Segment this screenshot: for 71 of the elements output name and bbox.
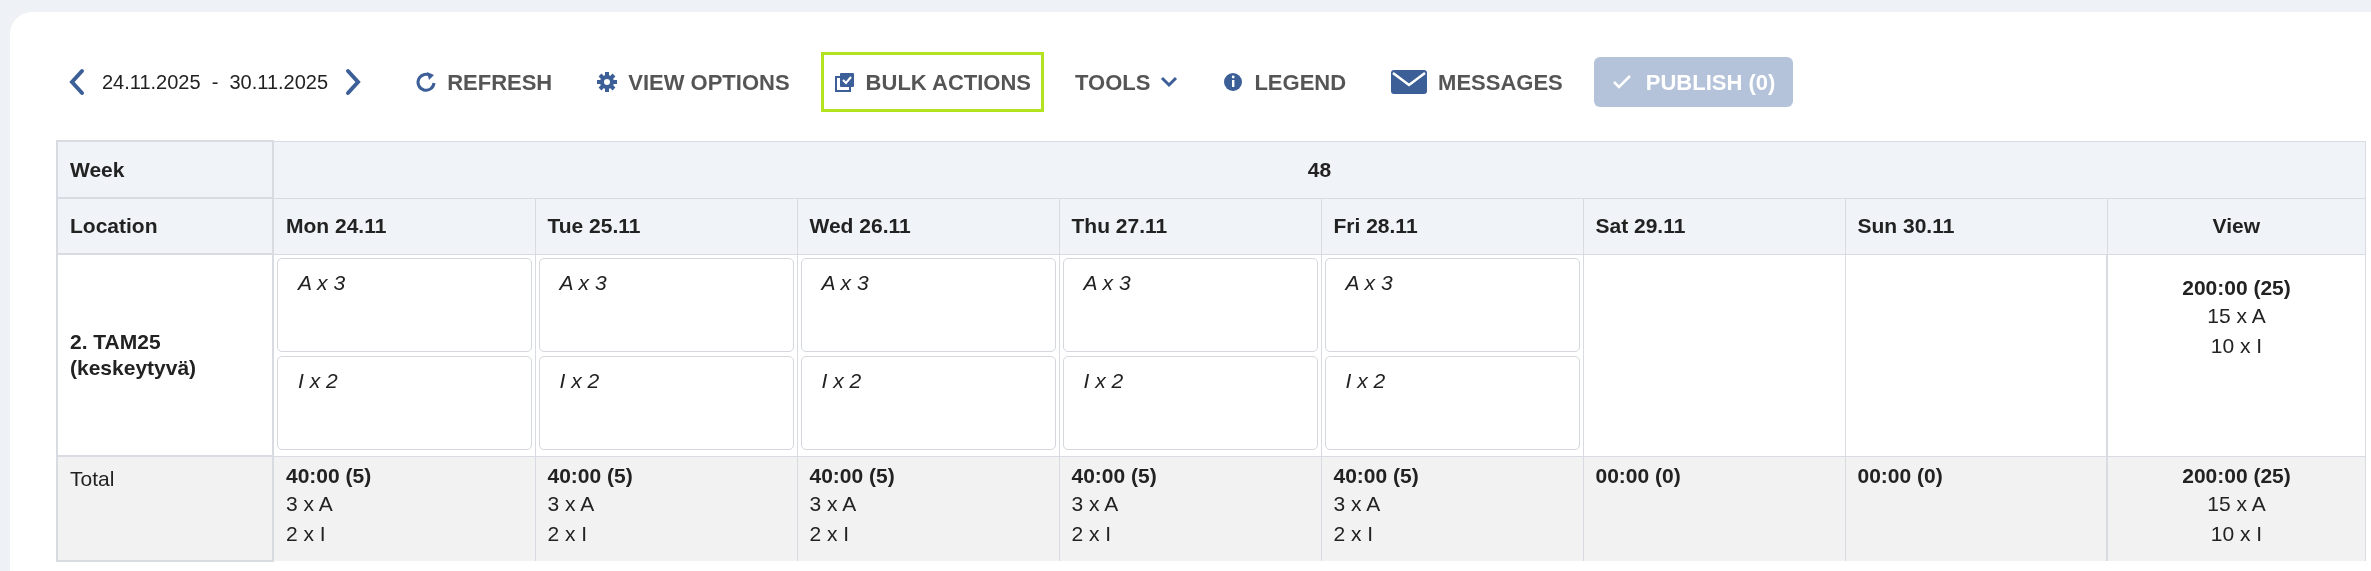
total-hours: 00:00 (0): [1857, 462, 1944, 489]
toolbar-button[interactable]: MESSAGES: [1377, 52, 1576, 112]
table-header: Sun 30.11: [1845, 198, 2107, 254]
table-header: Tue 25.11: [535, 198, 797, 254]
shift-count: 15 x A: [2206, 302, 2267, 329]
table-header: Wed 26.11: [797, 198, 1059, 254]
total-hours: 200:00 (25): [2181, 274, 2292, 301]
caret-icon: [1160, 76, 1179, 88]
total-hours: 40:00 (5): [1071, 462, 1158, 489]
shift-slot[interactable]: A x 3: [277, 257, 532, 352]
shift-slot[interactable]: A x 3: [1062, 257, 1318, 352]
shift-slot[interactable]: I x 2: [800, 355, 1056, 450]
total-label: Total: [57, 456, 273, 561]
shift-slot[interactable]: A x 3: [538, 257, 794, 352]
toolbar-button[interactable]: REFRESH: [402, 52, 566, 112]
envelope-icon: [1390, 67, 1429, 97]
toolbar-button[interactable]: TOOLS: [1062, 52, 1192, 112]
total-hours: 00:00 (0): [1595, 462, 1682, 489]
shift-count: 3 x A: [286, 490, 334, 517]
shift-label: A x 3: [821, 270, 869, 294]
shift-slot[interactable]: I x 2: [277, 355, 532, 450]
table-header: Sat 29.11: [1583, 198, 1845, 254]
shift-count: 3 x A: [1071, 490, 1120, 517]
shift-slot[interactable]: I x 2: [538, 355, 794, 450]
info-icon: [1222, 71, 1245, 93]
table-header: Thu 27.11: [1059, 198, 1321, 254]
total-hours: 40:00 (5): [1333, 462, 1420, 489]
shift-label: I x 2: [1345, 368, 1386, 392]
refresh-icon: [415, 71, 438, 93]
table-header: View: [2107, 198, 2366, 254]
table-header: Fri 28.11: [1321, 198, 1583, 254]
total-hours: 200:00 (25): [2181, 462, 2292, 489]
shift-label: A x 3: [1083, 270, 1131, 294]
shift-count: 3 x A: [547, 490, 596, 517]
shift-count: 3 x A: [1333, 490, 1382, 517]
shift-label: A x 3: [298, 270, 346, 294]
previous-icon[interactable]: [68, 68, 86, 96]
total-hours: 40:00 (5): [809, 462, 896, 489]
table-header: Location: [57, 198, 273, 254]
shift-count: 2 x I: [547, 520, 589, 547]
next-icon[interactable]: [344, 68, 363, 96]
toolbar-button[interactable]: VIEW OPTIONS: [583, 52, 803, 112]
shift-slot[interactable]: I x 2: [1324, 355, 1580, 450]
shift-count: 2 x I: [286, 520, 327, 547]
date-range: 24.11.2025 - 30.11.2025: [102, 70, 329, 95]
check-icon: [1611, 74, 1632, 90]
checklist-icon: [833, 71, 856, 93]
shift-count: 10 x I: [2209, 332, 2264, 359]
table-header: Week: [57, 141, 273, 198]
shift-count: 2 x I: [1071, 520, 1113, 547]
shift-count: 2 x I: [1333, 520, 1375, 547]
total-hours: 40:00 (5): [286, 462, 373, 489]
shift-count: 3 x A: [809, 490, 858, 517]
toolbar-button[interactable]: LEGEND: [1209, 52, 1360, 112]
shift-slot[interactable]: A x 3: [1324, 257, 1580, 352]
shift-label: I x 2: [559, 368, 600, 392]
table-header: Mon 24.11: [273, 198, 535, 254]
shift-count: 15 x A: [2206, 490, 2267, 517]
shift-count: 10 x I: [2209, 520, 2264, 547]
shift-slot[interactable]: I x 2: [1062, 355, 1318, 450]
settings-icon: [596, 71, 619, 93]
shift-label: I x 2: [1083, 368, 1124, 392]
toolbar-button[interactable]: BULK ACTIONS: [820, 52, 1044, 112]
shift-label: A x 3: [559, 270, 607, 294]
shift-count: 2 x I: [809, 520, 851, 547]
total-hours: 40:00 (5): [547, 462, 634, 489]
table-header: 48: [273, 141, 2366, 198]
shift-slot[interactable]: A x 3: [800, 257, 1056, 352]
shift-label: I x 2: [821, 368, 862, 392]
shift-label: I x 2: [298, 368, 338, 392]
shift-label: A x 3: [1345, 270, 1393, 294]
